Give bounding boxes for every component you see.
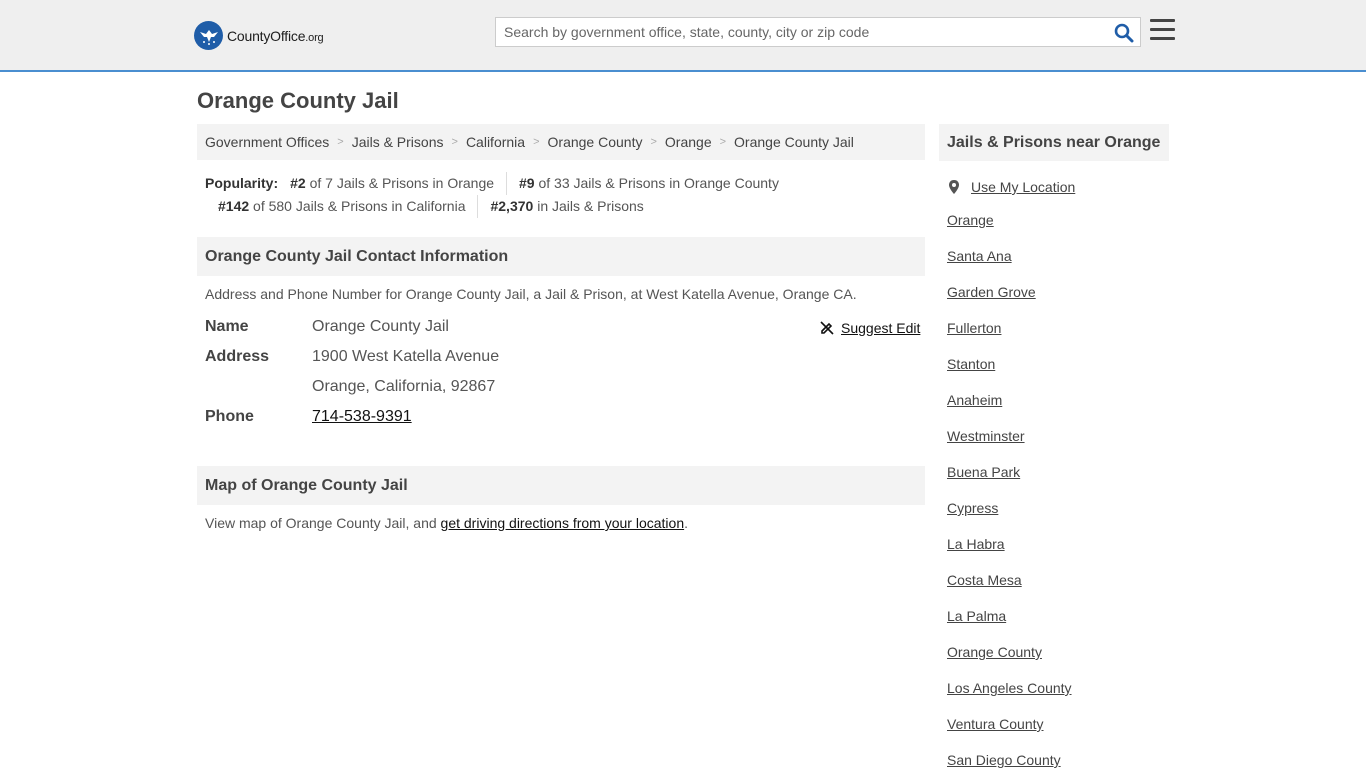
nearby-link-garden-grove[interactable]: Garden Grove xyxy=(947,284,1169,306)
breadcrumb-government-offices[interactable]: Government Offices xyxy=(205,134,329,150)
breadcrumb-california[interactable]: California xyxy=(466,134,525,150)
address-line-2: Orange, California, 92867 xyxy=(312,378,496,395)
map-description: View map of Orange County Jail, and get … xyxy=(205,515,688,531)
nearby-link-la-palma[interactable]: La Palma xyxy=(947,608,1169,630)
chevron-right-icon: > xyxy=(337,136,344,148)
popularity-rank-state: #142 of 580 Jails & Prisons in Californi… xyxy=(218,195,479,218)
nearby-link-westminster[interactable]: Westminster xyxy=(947,428,1169,450)
breadcrumb-current[interactable]: Orange County Jail xyxy=(734,134,854,150)
popularity-label: Popularity: xyxy=(205,175,279,191)
popularity-rank-national: #2,370 in Jails & Prisons xyxy=(490,198,644,214)
popularity-rank-city: #2 of 7 Jails & Prisons in Orange xyxy=(290,172,508,195)
name-label: Name xyxy=(205,318,249,335)
use-my-location[interactable]: Use My Location xyxy=(947,176,1169,198)
hamburger-menu-icon[interactable] xyxy=(1150,19,1175,43)
eagle-seal-icon xyxy=(194,21,223,50)
chevron-right-icon: > xyxy=(451,136,458,148)
map-pin-icon xyxy=(949,180,959,194)
map-heading: Map of Orange County Jail xyxy=(197,466,925,505)
nearby-link-costa-mesa[interactable]: Costa Mesa xyxy=(947,572,1169,594)
nearby-link-ventura-county[interactable]: Ventura County xyxy=(947,716,1169,738)
breadcrumb: Government Offices > Jails & Prisons > C… xyxy=(197,124,925,160)
sidebar-nearby-list: Use My Location Orange Santa Ana Garden … xyxy=(947,176,1169,774)
top-bar: CountyOffice.org xyxy=(0,0,1366,72)
nearby-link-la-habra[interactable]: La Habra xyxy=(947,536,1169,558)
chevron-right-icon: > xyxy=(650,136,657,148)
site-logo[interactable]: CountyOffice.org xyxy=(194,21,324,50)
nearby-link-san-diego-county[interactable]: San Diego County xyxy=(947,752,1169,774)
nearby-link-orange[interactable]: Orange xyxy=(947,212,1169,234)
chevron-right-icon: > xyxy=(533,136,540,148)
nearby-link-cypress[interactable]: Cypress xyxy=(947,500,1169,522)
popularity-rank-county: #9 of 33 Jails & Prisons in Orange Count… xyxy=(519,175,779,191)
driving-directions-link[interactable]: get driving directions from your locatio… xyxy=(441,515,685,531)
nearby-link-anaheim[interactable]: Anaheim xyxy=(947,392,1169,414)
nearby-link-los-angeles-county[interactable]: Los Angeles County xyxy=(947,680,1169,702)
breadcrumb-orange-county[interactable]: Orange County xyxy=(548,134,643,150)
nearby-link-stanton[interactable]: Stanton xyxy=(947,356,1169,378)
edit-off-icon xyxy=(820,321,834,335)
suggest-edit-button[interactable]: Suggest Edit xyxy=(819,320,920,336)
nearby-link-orange-county[interactable]: Orange County xyxy=(947,644,1169,666)
use-my-location-link[interactable]: Use My Location xyxy=(971,179,1075,195)
logo-text: CountyOffice.org xyxy=(227,27,324,44)
chevron-right-icon: > xyxy=(719,136,727,148)
contact-description: Address and Phone Number for Orange Coun… xyxy=(205,286,857,302)
search-icon[interactable] xyxy=(1114,23,1134,43)
popularity-info: Popularity: #2 of 7 Jails & Prisons in O… xyxy=(205,172,925,218)
phone-label: Phone xyxy=(205,408,254,425)
sidebar-heading: Jails & Prisons near Orange xyxy=(939,124,1169,161)
address-line-1: 1900 West Katella Avenue xyxy=(312,348,500,365)
nearby-link-santa-ana[interactable]: Santa Ana xyxy=(947,248,1169,270)
search-box xyxy=(495,17,1141,47)
contact-heading: Orange County Jail Contact Information xyxy=(197,237,925,276)
breadcrumb-jails-prisons[interactable]: Jails & Prisons xyxy=(352,134,444,150)
phone-link[interactable]: 714-538-9391 xyxy=(312,408,412,425)
page-title: Orange County Jail xyxy=(197,88,399,113)
nearby-link-buena-park[interactable]: Buena Park xyxy=(947,464,1169,486)
search-input[interactable] xyxy=(496,18,1096,46)
name-value: Orange County Jail xyxy=(312,318,449,335)
breadcrumb-orange[interactable]: Orange xyxy=(665,134,712,150)
nearby-link-fullerton[interactable]: Fullerton xyxy=(947,320,1169,342)
address-label: Address xyxy=(205,348,270,365)
